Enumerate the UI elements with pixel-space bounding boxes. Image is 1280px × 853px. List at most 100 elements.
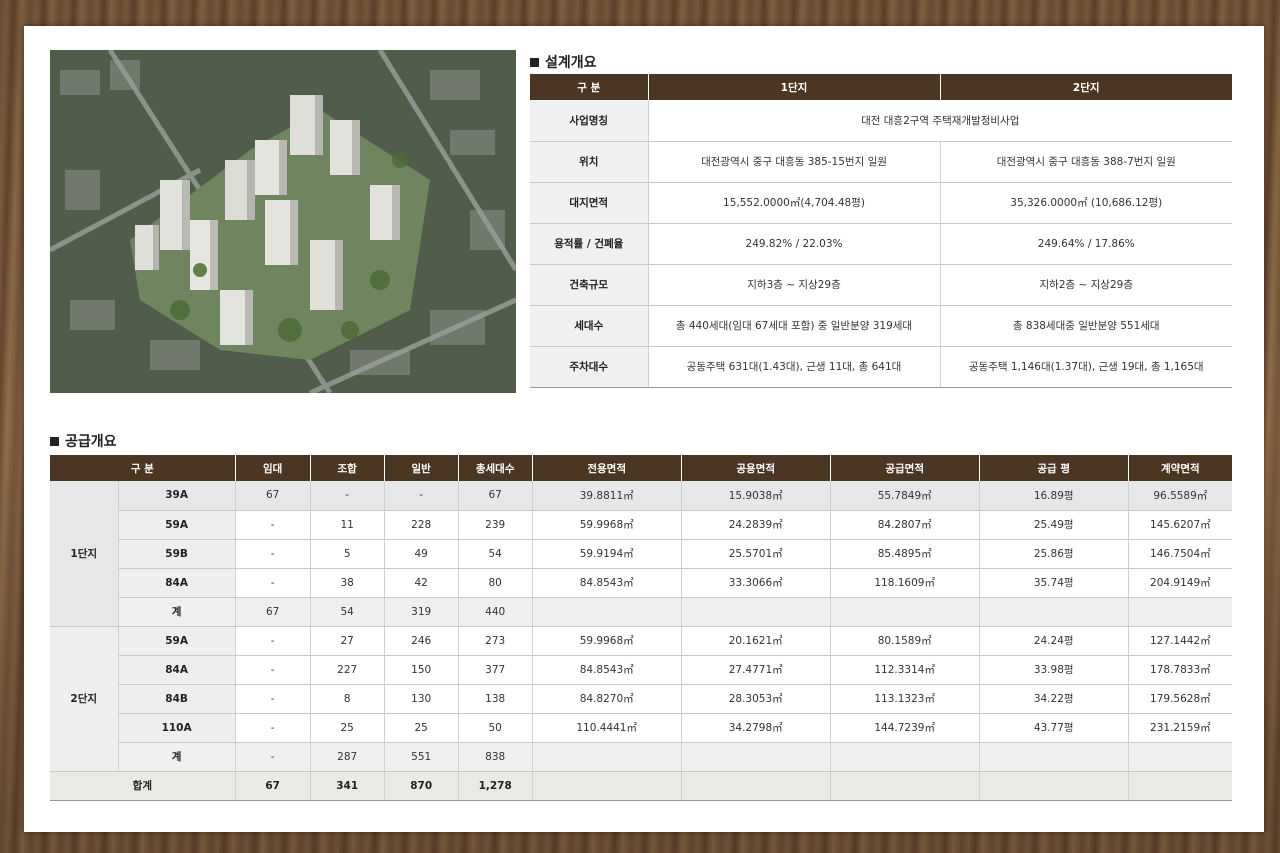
table-cell: 228	[384, 510, 459, 540]
supply-section-title: 공급개요	[50, 431, 117, 451]
table-cell: 34.22평	[979, 684, 1129, 714]
table-cell: 204.9149㎡	[1128, 568, 1232, 598]
supply-header-cell: 공용면적	[681, 455, 831, 481]
design-cell: 총 838세대중 일반분양 551세대	[940, 305, 1232, 347]
subtotal-cell: 440	[458, 597, 533, 627]
table-cell: 84B	[118, 684, 236, 714]
empty-cell	[1128, 597, 1232, 627]
supply-header-cell: 구 분	[50, 455, 236, 481]
supply-header-cell: 총세대수	[458, 455, 533, 481]
design-title-text: 설계개요	[545, 55, 597, 71]
table-cell: 80	[458, 568, 533, 598]
design-header-cell: 구 분	[530, 74, 649, 100]
table-cell: 273	[458, 626, 533, 656]
table-cell: -	[235, 713, 311, 743]
design-header-cell: 1단지	[648, 74, 941, 100]
square-bullet-icon	[50, 436, 59, 446]
empty-cell	[979, 597, 1129, 627]
table-cell: 59A	[118, 510, 236, 540]
supply-header-cell: 전용면적	[532, 455, 682, 481]
empty-cell	[532, 742, 682, 772]
info-card: 설계개요 구 분 1단지 2단지 사업명칭 대전 대흥2구역 주택재개발정비사업…	[24, 26, 1264, 832]
table-cell: 25.5701㎡	[681, 539, 831, 569]
empty-cell	[681, 597, 831, 627]
supply-header-cell: 임대	[235, 455, 311, 481]
complex-label: 2단지	[50, 626, 119, 772]
table-cell: -	[310, 481, 385, 511]
subtotal-cell: 계	[118, 597, 236, 627]
total-cell: 합계	[50, 771, 236, 801]
subtotal-cell: 838	[458, 742, 533, 772]
table-cell: -	[384, 481, 459, 511]
design-row: 주차대수 공동주택 631대(1.43대), 근생 11대, 총 641대 공동…	[530, 346, 1232, 388]
empty-cell	[1128, 742, 1232, 772]
design-header-cell: 2단지	[940, 74, 1232, 100]
design-cell: 15,552.0000㎡(4,704.48평)	[648, 182, 941, 224]
table-cell: 35.74평	[979, 568, 1129, 598]
table-row: 1단지 39A 67- -67 39.8811㎡ 15.9038㎡ 55.7849㎡ 16.8…	[50, 481, 1232, 627]
design-row: 용적률 / 건폐율 249.82% / 22.03% 249.64% / 17.…	[530, 223, 1232, 265]
table-cell: 27.4771㎡	[681, 655, 831, 685]
subtotal-cell: 67	[235, 597, 311, 627]
table-row: 59B -5 49 54 59.9194㎡ 25.5701㎡ 85.4895㎡ 25.86평 1…	[50, 539, 1232, 569]
empty-cell	[532, 771, 682, 801]
design-cell: 249.64% / 17.86%	[940, 223, 1232, 265]
table-cell: 27	[310, 626, 385, 656]
table-cell: 20.1621㎡	[681, 626, 831, 656]
table-cell: 96.5589㎡	[1128, 481, 1232, 511]
design-cell: 대전광역시 중구 대흥동 385-15번지 일원	[648, 141, 941, 183]
table-cell: 43.77평	[979, 713, 1129, 743]
empty-cell	[681, 771, 831, 801]
table-cell: 246	[384, 626, 459, 656]
table-cell: 39A	[118, 481, 236, 511]
design-overview-table: 구 분 1단지 2단지 사업명칭 대전 대흥2구역 주택재개발정비사업 위치 대…	[530, 74, 1232, 388]
table-cell: 80.1589㎡	[830, 626, 980, 656]
table-cell: 25	[384, 713, 459, 743]
table-cell: 34.2798㎡	[681, 713, 831, 743]
table-cell: 178.7833㎡	[1128, 655, 1232, 685]
table-cell: 59B	[118, 539, 236, 569]
table-row: 59A -11 228 239 59.9968㎡ 24.2839㎡ 84.2807㎡ 25.4…	[50, 510, 1232, 540]
design-cell: 249.82% / 22.03%	[648, 223, 941, 265]
design-row: 대지면적 15,552.0000㎡(4,704.48평) 35,326.0000…	[530, 182, 1232, 224]
subtotal-cell: 계	[118, 742, 236, 772]
design-cell: 대전광역시 중구 대흥동 388-7번지 일원	[940, 141, 1232, 183]
table-cell: 110.4441㎡	[532, 713, 682, 743]
supply-header-row: 구 분 임대 조합 일반 총세대수 전용면적 공용면적 공급면적 공급 평 계약…	[50, 455, 1232, 481]
table-cell: 59.9968㎡	[532, 510, 682, 540]
table-cell: 54	[458, 539, 533, 569]
design-row-label: 대지면적	[530, 182, 649, 224]
table-cell: 55.7849㎡	[830, 481, 980, 511]
table-cell: 138	[458, 684, 533, 714]
design-row: 건축규모 지하3층 ~ 지상29층 지하2층 ~ 지상29층	[530, 264, 1232, 306]
table-cell: 84.8270㎡	[532, 684, 682, 714]
supply-header-cell: 공급 평	[979, 455, 1129, 481]
table-cell: 5	[310, 539, 385, 569]
table-cell: 24.2839㎡	[681, 510, 831, 540]
table-cell: -	[235, 510, 311, 540]
table-cell: 127.1442㎡	[1128, 626, 1232, 656]
table-cell: -	[235, 655, 311, 685]
table-cell: 25.86평	[979, 539, 1129, 569]
design-row-label: 용적률 / 건폐율	[530, 223, 649, 265]
table-cell: 50	[458, 713, 533, 743]
table-cell: 33.98평	[979, 655, 1129, 685]
table-cell: 25.49평	[979, 510, 1129, 540]
table-row: 84B -8 130 138 84.8270㎡ 28.3053㎡ 113.1323㎡ 34.2…	[50, 684, 1232, 714]
complex-label: 1단지	[50, 481, 119, 627]
empty-cell	[1128, 771, 1232, 801]
table-cell: 110A	[118, 713, 236, 743]
design-cell: 35,326.0000㎡ (10,686.12평)	[940, 182, 1232, 224]
table-cell: 130	[384, 684, 459, 714]
subtotal-row: 계 -287 551 838	[50, 742, 1232, 772]
table-cell: 377	[458, 655, 533, 685]
design-row-label: 사업명칭	[530, 100, 649, 142]
table-cell: 11	[310, 510, 385, 540]
design-row-label: 세대수	[530, 305, 649, 347]
table-cell: 231.2159㎡	[1128, 713, 1232, 743]
design-header-row: 구 분 1단지 2단지	[530, 74, 1232, 100]
supply-title-text: 공급개요	[65, 434, 117, 450]
table-cell: 15.9038㎡	[681, 481, 831, 511]
subtotal-row: 계 67 54 319 440	[50, 597, 1232, 627]
subtotal-cell: 54	[310, 597, 385, 627]
